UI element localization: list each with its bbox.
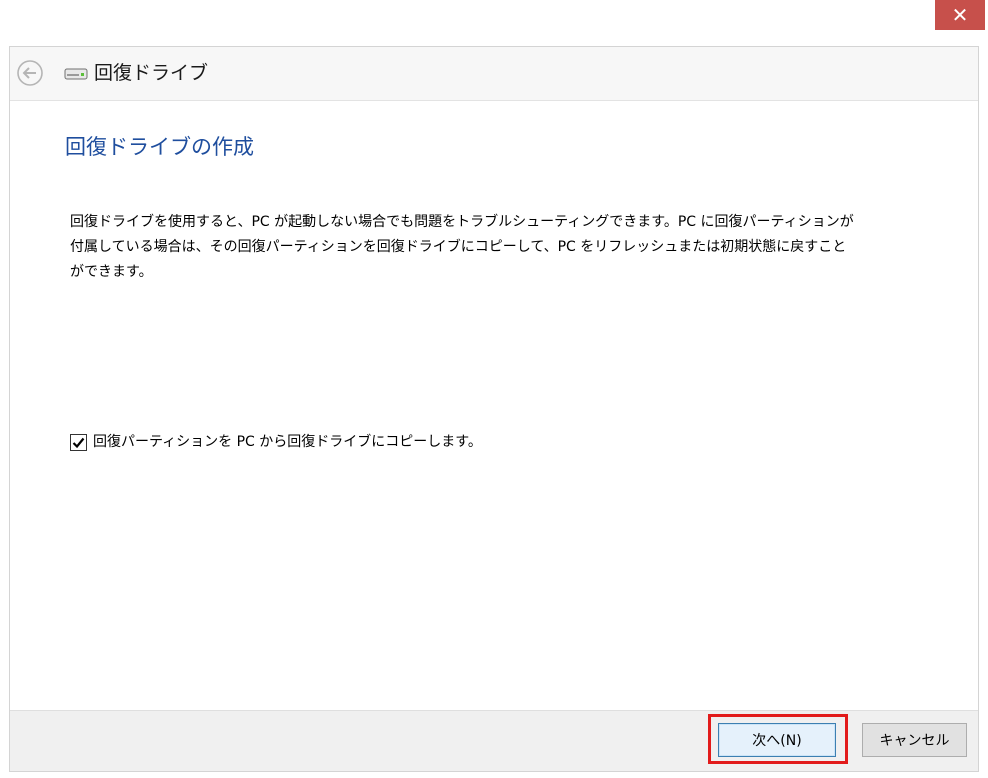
close-button[interactable]: ✕ [935, 0, 985, 30]
next-button[interactable]: 次へ(N) [718, 723, 836, 757]
copy-partition-checkbox[interactable] [70, 433, 87, 451]
navigation-bar: 回復ドライブ [10, 47, 978, 101]
window-title: 回復ドライブ [94, 62, 209, 84]
title-bar: ✕ [0, 0, 988, 46]
page-heading: 回復ドライブの作成 [65, 135, 254, 159]
cancel-button[interactable]: キャンセル [862, 723, 967, 757]
content-area: 回復ドライブの作成 回復ドライブを使用すると、PC が起動しない場合でも問題をト… [10, 102, 978, 710]
back-arrow-icon[interactable] [16, 59, 44, 87]
copy-partition-label[interactable]: 回復パーティションを PC から回復ドライブにコピーします。 [93, 430, 482, 454]
button-bar: 次へ(N) キャンセル [10, 710, 978, 771]
description-text: 回復ドライブを使用すると、PC が起動しない場合でも問題をトラブルシューティング… [70, 214, 854, 280]
wizard-window: 回復ドライブ 回復ドライブの作成 回復ドライブを使用すると、PC が起動しない場… [9, 46, 979, 772]
drive-icon [64, 68, 88, 80]
copy-partition-option[interactable]: 回復パーティションを PC から回復ドライブにコピーします。 [70, 430, 482, 454]
checkmark-icon [72, 437, 85, 448]
